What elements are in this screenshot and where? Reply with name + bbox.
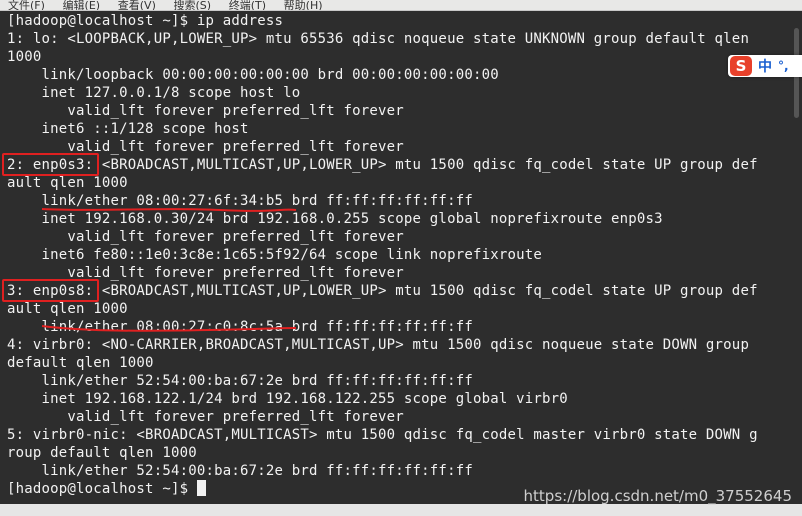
terminal-line: 1000 [7,49,42,65]
terminal-line: link/ether 52:54:00:ba:67:2e brd ff:ff:f… [7,373,473,389]
terminal-line: ault qlen 1000 [7,175,128,191]
terminal-line: inet 192.168.122.1/24 brd 192.168.122.25… [7,391,568,407]
terminal-line: 4: virbr0: <NO-CARRIER,BROADCAST,MULTICA… [7,337,750,353]
terminal-line: [hadoop@localhost ~]$ ip address [7,13,284,29]
ime-punctuation-toggle[interactable]: °, [778,59,789,73]
terminal-line: valid_lft forever preferred_lft forever [7,409,404,425]
window-bottom-edge [0,504,802,516]
highlight-box-enp0s8 [2,279,99,302]
menu-view[interactable]: 查看(V) [118,0,156,10]
terminal-window[interactable]: [hadoop@localhost ~]$ ip address 1: lo: … [0,11,802,504]
terminal-output[interactable]: [hadoop@localhost ~]$ ip address 1: lo: … [7,12,758,498]
menu-search[interactable]: 搜索(S) [174,0,212,10]
terminal-line: ault qlen 1000 [7,301,128,317]
terminal-line: 3: enp0s8: <BROADCAST,MULTICAST,UP,LOWER… [7,283,758,299]
menu-terminal[interactable]: 终端(T) [229,0,266,10]
input-method-toolbar[interactable]: S 中 °, [728,55,802,77]
terminal-line: inet 192.168.0.30/24 brd 192.168.0.255 s… [7,211,663,227]
ime-language-toggle[interactable]: 中 [758,56,772,76]
blog-watermark: https://blog.csdn.net/m0_37552645 [523,487,792,505]
terminal-line: link/ether 08:00:27:c0:8c:5a brd ff:ff:f… [7,319,473,335]
terminal-line: valid_lft forever preferred_lft forever [7,229,404,245]
terminal-line: 2: enp0s3: <BROADCAST,MULTICAST,UP,LOWER… [7,157,758,173]
terminal-line: link/ether 52:54:00:ba:67:2e brd ff:ff:f… [7,463,473,479]
terminal-line: 5: virbr0-nic: <BROADCAST,MULTICAST> mtu… [7,427,758,443]
terminal-line: inet 127.0.0.1/8 scope host lo [7,85,301,101]
menu-help[interactable]: 帮助(H) [284,0,323,10]
terminal-line: link/ether 08:00:27:6f:34:b5 brd ff:ff:f… [7,193,473,209]
terminal-line: default qlen 1000 [7,355,154,371]
terminal-line: roup default qlen 1000 [7,445,197,461]
menu-file[interactable]: 文件(F) [8,0,45,10]
menu-edit[interactable]: 编辑(E) [63,0,101,10]
sogou-logo-icon: S [730,56,752,76]
highlight-box-enp0s3 [2,153,99,176]
terminal-menubar: 文件(F) 编辑(E) 查看(V) 搜索(S) 终端(T) 帮助(H) [0,0,802,11]
terminal-line: link/loopback 00:00:00:00:00:00 brd 00:0… [7,67,499,83]
terminal-line: valid_lft forever preferred_lft forever [7,103,404,119]
terminal-line: inet6 ::1/128 scope host [7,121,249,137]
terminal-line: 1: lo: <LOOPBACK,UP,LOWER_UP> mtu 65536 … [7,31,750,47]
text-cursor [196,480,206,496]
terminal-prompt: [hadoop@localhost ~]$ [7,481,197,497]
terminal-line: inet6 fe80::1e0:3c8e:1c65:5f92/64 scope … [7,247,542,263]
